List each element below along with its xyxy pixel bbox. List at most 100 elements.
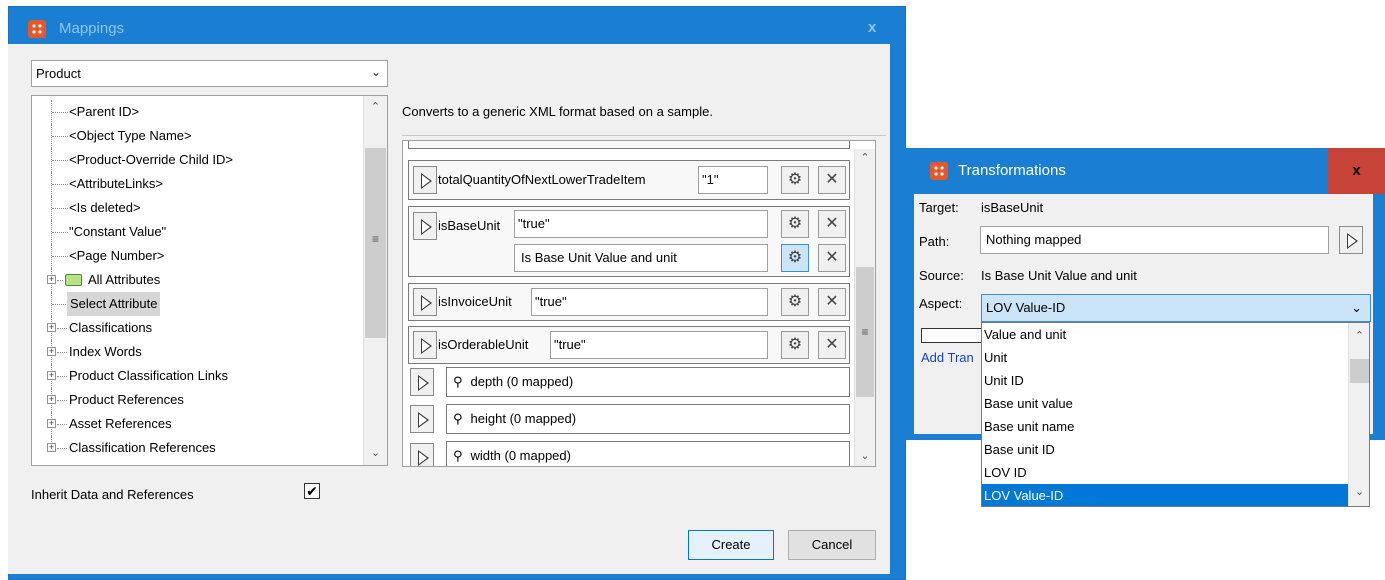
- transform-icon[interactable]: ⚙: [781, 166, 809, 194]
- scroll-down-icon[interactable]: ⌄: [855, 449, 875, 462]
- tree-item[interactable]: <Object Type Name>: [32, 124, 362, 148]
- blank-field[interactable]: [921, 328, 983, 343]
- tree-item[interactable]: + Classification References: [32, 436, 362, 460]
- transformations-title: Transformations: [958, 162, 1066, 179]
- transform-icon[interactable]: ⚙: [781, 244, 809, 272]
- tree-item[interactable]: <Page Number>: [32, 244, 362, 268]
- target-name: isOrderableUnit: [438, 337, 529, 352]
- source-value[interactable]: "1": [698, 166, 768, 194]
- expand-icon[interactable]: +: [47, 275, 56, 284]
- target-name: isInvoiceUnit: [438, 294, 512, 309]
- scroll-up-icon[interactable]: ⌃: [855, 151, 875, 164]
- play-icon[interactable]: [413, 212, 437, 240]
- tree-item-label: Classifications: [69, 320, 153, 335]
- group-label: width (0 mapped): [470, 448, 571, 463]
- expand-icon[interactable]: +: [47, 443, 56, 452]
- transform-icon[interactable]: ⚙: [781, 331, 809, 359]
- tree-connector: [52, 136, 68, 137]
- tree-item-label: Product Classification Links: [69, 368, 228, 383]
- aspect-dropdown[interactable]: Value and unit Unit Unit ID Base unit value…: [981, 322, 1370, 507]
- scroll-up-icon[interactable]: ⌃: [1349, 329, 1369, 342]
- tree-connector: [57, 400, 67, 401]
- mapping-row-partial: [408, 141, 850, 149]
- tree-scrollbar[interactable]: ⌃ ≡ ⌄: [363, 96, 387, 465]
- inherit-checkbox[interactable]: ✔: [304, 483, 320, 499]
- path-field[interactable]: Nothing mapped: [980, 226, 1329, 254]
- divider: [402, 135, 886, 136]
- group-width[interactable]: ⚲ width (0 mapped): [446, 441, 850, 466]
- play-icon[interactable]: [410, 405, 434, 433]
- add-transformation-link[interactable]: Add Tran: [921, 350, 974, 365]
- aspect-option[interactable]: Value and unit: [982, 323, 1348, 346]
- remove-x-icon[interactable]: ✕: [818, 331, 846, 359]
- remove-x-icon[interactable]: ✕: [818, 244, 846, 272]
- aspect-option[interactable]: LOV Value-ID: [982, 484, 1348, 506]
- aspect-option[interactable]: Base unit ID: [982, 438, 1348, 461]
- play-icon[interactable]: [413, 331, 437, 359]
- tree-item[interactable]: <Parent ID>: [32, 100, 362, 124]
- aspect-option[interactable]: Base unit value: [982, 392, 1348, 415]
- tree-item[interactable]: + Product References: [32, 388, 362, 412]
- group-depth[interactable]: ⚲ depth (0 mapped): [446, 367, 850, 397]
- inherit-label: Inherit Data and References: [31, 487, 194, 502]
- expand-icon[interactable]: +: [47, 347, 56, 356]
- grip-icon: ≡: [861, 325, 869, 339]
- play-icon[interactable]: [1339, 226, 1363, 254]
- tree-item-label: <Is deleted>: [69, 200, 141, 215]
- remove-x-icon[interactable]: ✕: [818, 288, 846, 316]
- aspect-option[interactable]: Unit ID: [982, 369, 1348, 392]
- expand-icon[interactable]: +: [47, 419, 56, 428]
- tree-item-label: Classification References: [69, 440, 216, 455]
- tree-item[interactable]: + Classifications: [32, 316, 362, 340]
- tree-item-label: <AttributeLinks>: [69, 176, 163, 191]
- tree-item[interactable]: Select Attribute: [32, 292, 362, 316]
- group-label: depth (0 mapped): [470, 374, 574, 389]
- play-icon[interactable]: [410, 368, 434, 396]
- aspect-option[interactable]: LOV ID: [982, 461, 1348, 484]
- remove-x-icon[interactable]: ✕: [818, 210, 846, 238]
- source-value[interactable]: "true": [550, 331, 768, 359]
- tree-connector: [52, 160, 68, 161]
- app-icon: [930, 162, 948, 180]
- tree-item[interactable]: + Index Words: [32, 340, 362, 364]
- dropdown-scroll-thumb[interactable]: [1350, 359, 1369, 383]
- expand-icon[interactable]: +: [47, 371, 56, 380]
- aspect-select[interactable]: LOV Value-ID ⌄: [981, 294, 1371, 322]
- play-icon[interactable]: [410, 443, 434, 466]
- create-button[interactable]: Create: [688, 530, 774, 560]
- tree-item-label: <Object Type Name>: [69, 128, 192, 143]
- close-icon[interactable]: x: [1328, 148, 1385, 194]
- tree-item[interactable]: <Is deleted>: [32, 196, 362, 220]
- dropdown-scrollbar[interactable]: ⌃ ⌄: [1348, 323, 1369, 506]
- source-value[interactable]: "true": [514, 210, 768, 238]
- play-icon[interactable]: [413, 166, 437, 194]
- attribute-tree[interactable]: <Parent ID> <Object Type Name> <Product-Ov…: [31, 95, 388, 466]
- expand-icon[interactable]: +: [47, 395, 56, 404]
- close-icon[interactable]: x: [868, 19, 876, 36]
- tree-item[interactable]: <AttributeLinks>: [32, 172, 362, 196]
- play-icon[interactable]: [413, 288, 437, 316]
- transform-icon[interactable]: ⚙: [781, 210, 809, 238]
- mapping-row: isOrderableUnit "true" ⚙ ✕: [408, 326, 850, 364]
- expand-icon[interactable]: +: [47, 323, 56, 332]
- mapping-scrollbar[interactable]: ⌃ ≡ ⌄: [854, 149, 875, 466]
- source-value-2[interactable]: Is Base Unit Value and unit: [514, 244, 768, 272]
- chevron-down-icon: ⌄: [370, 65, 381, 79]
- aspect-option[interactable]: Base unit name: [982, 415, 1348, 438]
- tree-item[interactable]: + Asset References: [32, 412, 362, 436]
- scroll-up-icon[interactable]: ⌃: [364, 100, 387, 113]
- scroll-down-icon[interactable]: ⌄: [364, 446, 387, 459]
- tree-item[interactable]: + All Attributes: [32, 268, 362, 292]
- remove-x-icon[interactable]: ✕: [818, 166, 846, 194]
- group-height[interactable]: ⚲ height (0 mapped): [446, 404, 850, 434]
- object-type-select[interactable]: Product ⌄: [31, 60, 388, 87]
- target-name: totalQuantityOfNextLowerTradeItem: [438, 172, 646, 187]
- scroll-down-icon[interactable]: ⌄: [1349, 485, 1369, 498]
- aspect-option[interactable]: Unit: [982, 346, 1348, 369]
- transform-icon[interactable]: ⚙: [781, 288, 809, 316]
- source-value[interactable]: "true": [531, 288, 768, 316]
- cancel-button[interactable]: Cancel: [788, 530, 876, 560]
- tree-item[interactable]: "Constant Value": [32, 220, 362, 244]
- tree-item[interactable]: + Product Classification Links: [32, 364, 362, 388]
- tree-item[interactable]: <Product-Override Child ID>: [32, 148, 362, 172]
